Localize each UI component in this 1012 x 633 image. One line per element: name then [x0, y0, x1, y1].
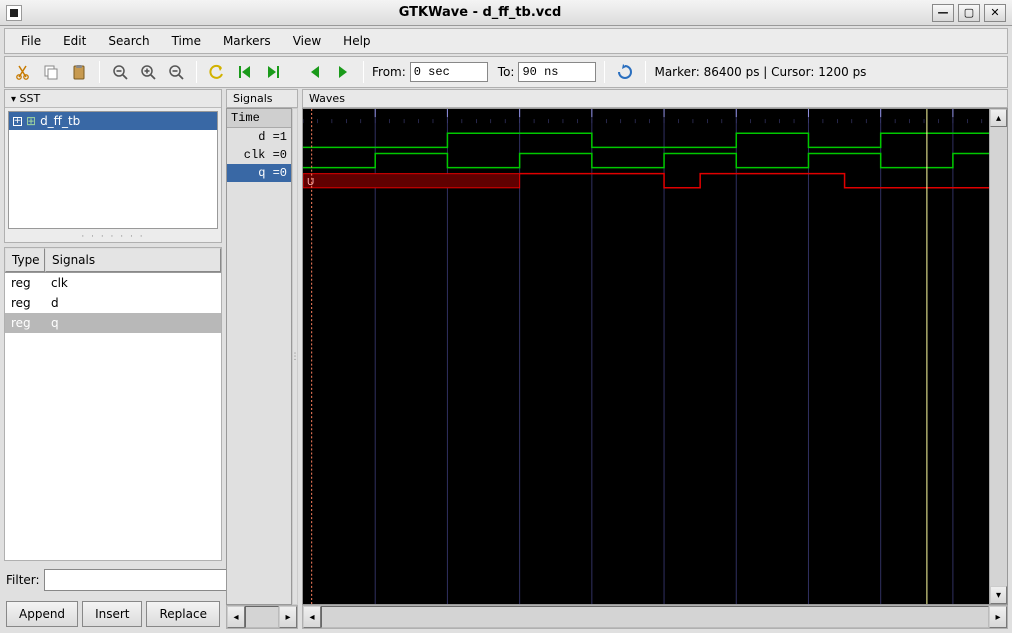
signals-hscroll[interactable] [245, 606, 279, 628]
window-title: GTKWave - d_ff_tb.vcd [28, 5, 932, 20]
vertical-grip[interactable] [292, 108, 298, 605]
close-button[interactable]: ✕ [984, 4, 1006, 22]
append-button[interactable]: Append [6, 601, 78, 627]
filter-row: Filter: [4, 565, 222, 595]
undo-icon[interactable] [205, 60, 229, 84]
type-cell: reg [5, 316, 45, 330]
zoom-in-icon[interactable] [136, 60, 160, 84]
menu-markers[interactable]: Markers [213, 31, 281, 51]
horizontal-grip[interactable]: · · · · · · · [5, 232, 221, 242]
waves-vscroll[interactable]: ▴ ▾ [989, 109, 1007, 604]
svg-text:60 ns: 60 ns [738, 109, 771, 122]
menu-time[interactable]: Time [162, 31, 211, 51]
signals-scroll-left[interactable]: ◂ [227, 606, 245, 628]
waves-hscroll-right[interactable]: ▸ [989, 606, 1007, 628]
minimize-button[interactable]: — [932, 4, 954, 22]
svg-text:50 ns: 50 ns [666, 109, 699, 122]
toolbar: From: To: Marker: 86400 ps | Cursor: 120… [4, 56, 1008, 88]
sst-tree[interactable]: + ⊞ d_ff_tb [8, 111, 218, 229]
from-label: From: [372, 65, 406, 79]
to-input[interactable] [518, 62, 596, 82]
signals-time-header: Time [227, 109, 291, 128]
menubar: File Edit Search Time Markers View Help [4, 28, 1008, 54]
reload-icon[interactable] [613, 60, 637, 84]
waves-hscroll[interactable] [321, 606, 989, 628]
sst-root-label: d_ff_tb [40, 114, 80, 128]
svg-text:10 ns: 10 ns [377, 109, 410, 122]
col-type[interactable]: Type [5, 248, 45, 272]
svg-text:40 ns: 40 ns [594, 109, 627, 122]
type-cell: reg [5, 276, 45, 290]
svg-text:70 ns: 70 ns [810, 109, 843, 122]
menu-view[interactable]: View [283, 31, 331, 51]
zoom-out-icon[interactable] [164, 60, 188, 84]
table-row[interactable]: regq [5, 313, 221, 333]
signal-item[interactable]: d =1 [227, 128, 291, 146]
waves-panel: Waves 10 ns 20 ns 30 ns 40 ns 50 ns 60 ns 70 n… [302, 89, 1008, 629]
table-row[interactable]: regd [5, 293, 221, 313]
go-first-icon[interactable] [233, 60, 257, 84]
signals-title: Signals [226, 89, 298, 108]
replace-button[interactable]: Replace [146, 601, 219, 627]
cut-icon[interactable] [11, 60, 35, 84]
svg-text:U: U [307, 177, 314, 188]
col-signals[interactable]: Signals [45, 248, 221, 272]
menu-file[interactable]: File [11, 31, 51, 51]
sst-root-node[interactable]: + ⊞ d_ff_tb [9, 112, 217, 130]
waves-vscroll-down[interactable]: ▾ [990, 586, 1007, 604]
zoom-fit-icon[interactable] [108, 60, 132, 84]
waves-vscroll-up[interactable]: ▴ [990, 109, 1007, 127]
svg-text:20 ns: 20 ns [449, 109, 482, 122]
expand-icon[interactable]: + [13, 117, 22, 126]
titlebar: GTKWave - d_ff_tb.vcd — ▢ ✕ [0, 0, 1012, 26]
go-last-icon[interactable] [261, 60, 285, 84]
sst-label: SST [20, 92, 41, 105]
svg-text:80 ns: 80 ns [883, 109, 916, 122]
insert-button[interactable]: Insert [82, 601, 142, 627]
signals-scroll-right[interactable]: ▸ [279, 606, 297, 628]
next-icon[interactable] [331, 60, 355, 84]
to-label: To: [498, 65, 515, 79]
svg-text:30 ns: 30 ns [522, 109, 555, 122]
signal-item[interactable]: q =0 [227, 164, 291, 182]
sst-panel: ▾ SST + ⊞ d_ff_tb · · · · · · · [4, 89, 222, 243]
menu-help[interactable]: Help [333, 31, 380, 51]
signal-cell: d [45, 296, 221, 310]
signal-cell: q [45, 316, 221, 330]
table-row[interactable]: regclk [5, 273, 221, 293]
prev-icon[interactable] [303, 60, 327, 84]
menu-edit[interactable]: Edit [53, 31, 96, 51]
waves-hscroll-left[interactable]: ◂ [303, 606, 321, 628]
waves-title: Waves [302, 89, 1008, 108]
from-input[interactable] [410, 62, 488, 82]
svg-text:90 ns: 90 ns [955, 109, 988, 122]
signals-panel: Signals Time d =1clk =0q =0 ◂ ▸ [226, 89, 298, 629]
type-signals-body[interactable]: regclkregdregq [5, 273, 221, 560]
signal-item[interactable]: clk =0 [227, 146, 291, 164]
type-cell: reg [5, 296, 45, 310]
module-icon: ⊞ [26, 114, 36, 128]
marker-cursor-status: Marker: 86400 ps | Cursor: 1200 ps [654, 65, 866, 79]
type-signals-panel: Type Signals regclkregdregq [4, 247, 222, 561]
waveform-area[interactable]: 10 ns 20 ns 30 ns 40 ns 50 ns 60 ns 70 ns 80 ns… [303, 109, 989, 604]
filter-input[interactable] [44, 569, 229, 591]
paste-icon[interactable] [67, 60, 91, 84]
filter-label: Filter: [6, 573, 40, 587]
signal-cell: clk [45, 276, 221, 290]
copy-icon[interactable] [39, 60, 63, 84]
maximize-button[interactable]: ▢ [958, 4, 980, 22]
app-icon [6, 5, 22, 21]
menu-search[interactable]: Search [98, 31, 159, 51]
